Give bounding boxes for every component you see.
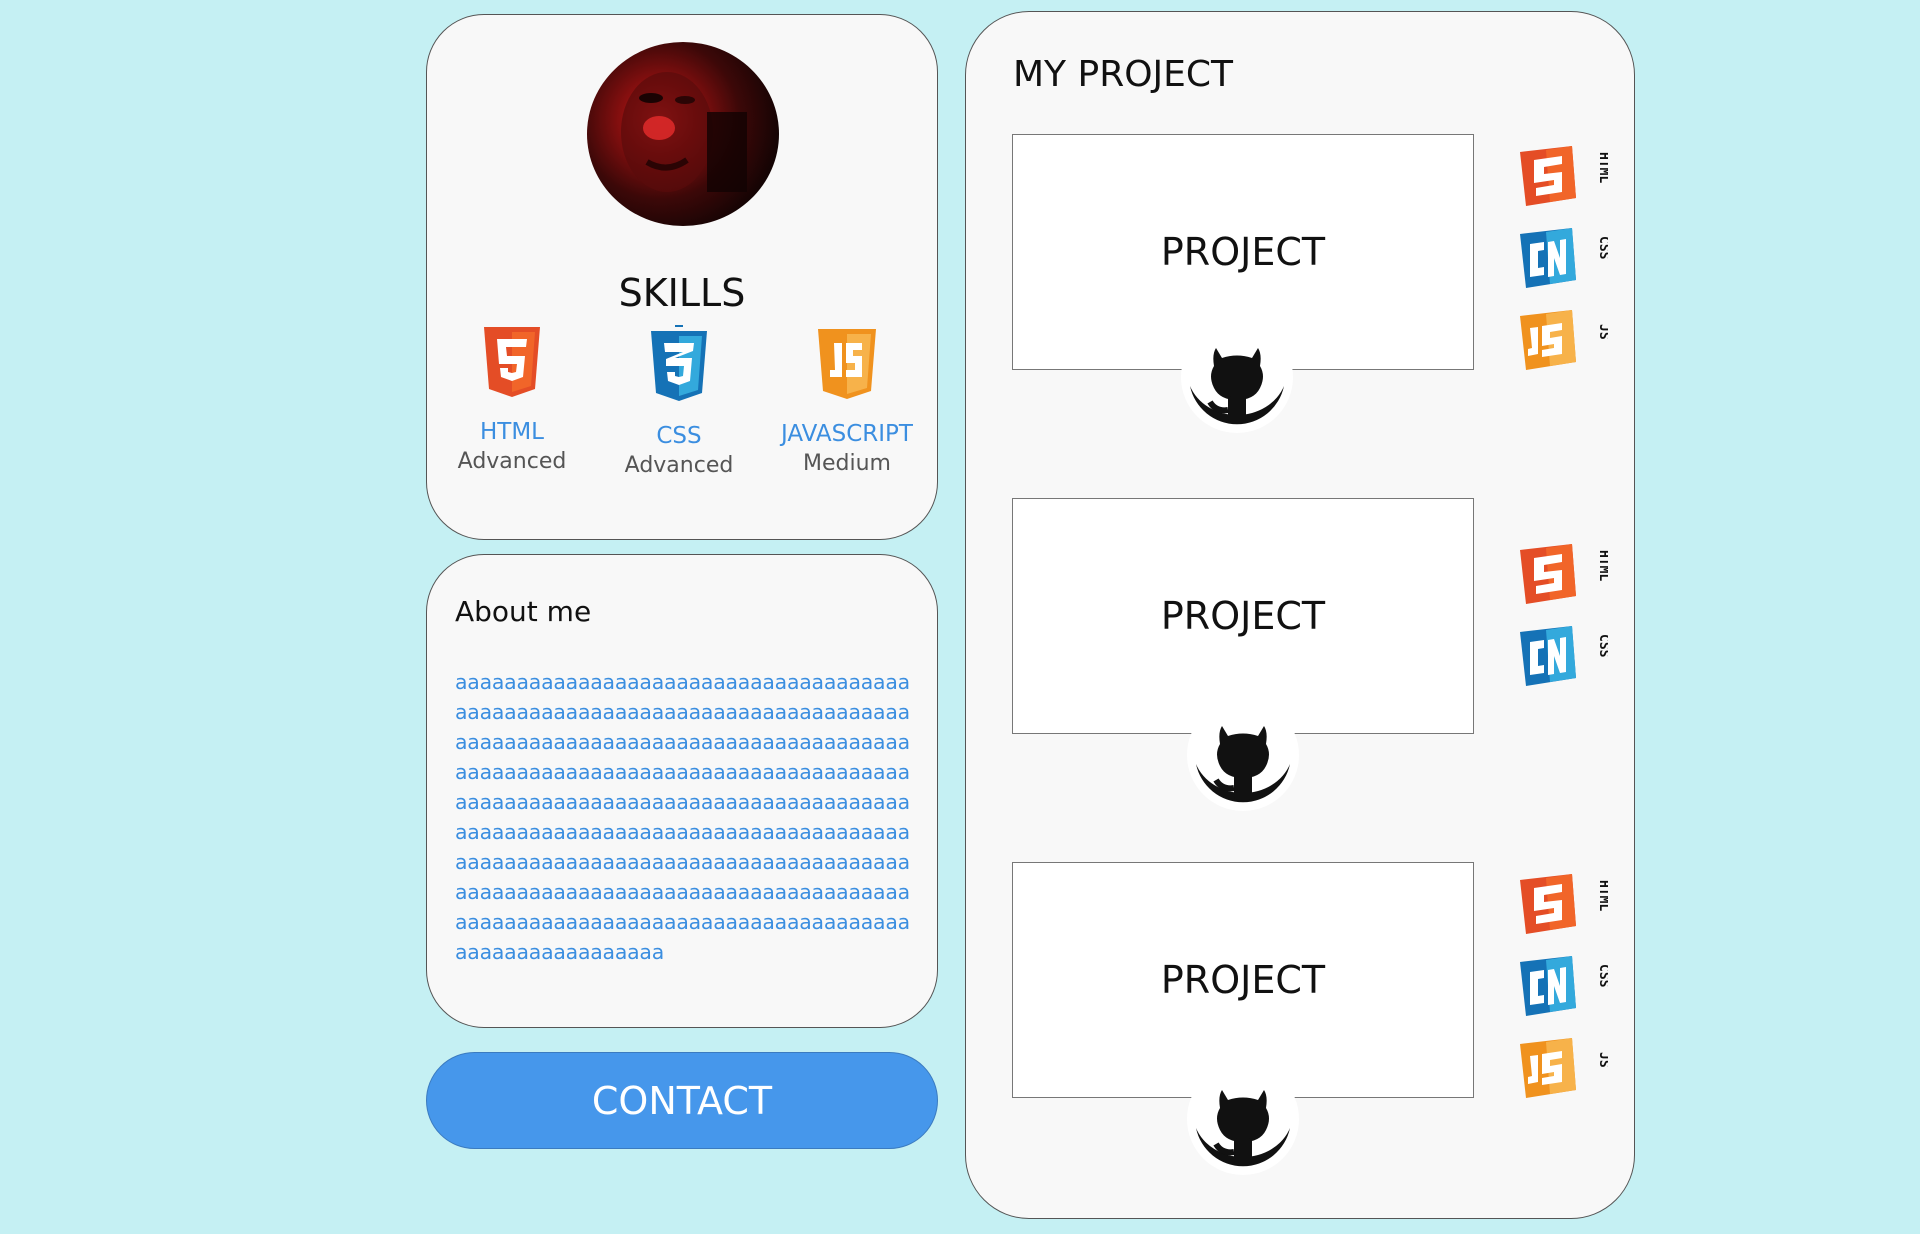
html5-icon: HTML xyxy=(1520,874,1608,934)
svg-text:HTML: HTML xyxy=(1596,550,1608,581)
projects-card: MY PROJECT PROJECT HTML CSS JS PROJECT H… xyxy=(965,11,1635,1219)
about-text: aaaaaaaaaaaaaaaaaaaaaaaaaaaaaaaaaaaaaaaa… xyxy=(455,670,910,964)
css3-icon xyxy=(651,325,707,401)
skill-level: Advanced xyxy=(457,449,567,474)
about-title: About me xyxy=(455,595,592,628)
svg-text:CSS: CSS xyxy=(1596,634,1608,658)
github-icon[interactable] xyxy=(1180,320,1294,434)
skills-card: SKILLS HTML Advanced CSS Advanced JAVASC… xyxy=(426,14,938,540)
skill-html: HTML Advanced xyxy=(427,325,597,477)
svg-text:JS: JS xyxy=(1596,324,1608,340)
html5-icon: HTML xyxy=(1520,146,1608,206)
skill-css: CSS Advanced xyxy=(594,325,764,481)
css3-icon: CSS xyxy=(1520,626,1608,686)
about-card: About me aaaaaaaaaaaaaaaaaaaaaaaaaaaaaaa… xyxy=(426,554,938,1028)
js-icon: JS xyxy=(1520,1038,1608,1098)
js-icon xyxy=(818,329,876,399)
svg-text:HTML: HTML xyxy=(1596,880,1608,911)
project-tech-list: HTML CSS JS xyxy=(1516,870,1608,1116)
svg-text:CSS: CSS xyxy=(1596,236,1608,260)
css3-icon: CSS xyxy=(1520,956,1608,1016)
css3-icon: CSS xyxy=(1520,228,1608,288)
skill-level: Medium xyxy=(803,451,891,476)
avatar xyxy=(587,42,779,226)
skill-level: Advanced xyxy=(624,453,734,478)
html5-icon: HTML xyxy=(1520,544,1608,604)
skill-name: HTML xyxy=(479,419,544,445)
svg-text:HTML: HTML xyxy=(1596,152,1608,183)
skills-title: SKILLS xyxy=(618,271,746,315)
contact-button[interactable]: CONTACT xyxy=(426,1052,938,1149)
skill-name: CSS xyxy=(656,423,702,449)
github-icon[interactable] xyxy=(1186,698,1300,812)
projects-title: MY PROJECT xyxy=(1013,54,1234,95)
project-item: PROJECT xyxy=(1012,134,1474,433)
js-icon: JS xyxy=(1520,310,1608,370)
svg-text:CSS: CSS xyxy=(1596,964,1608,988)
skill-javascript: JAVASCRIPT Medium xyxy=(762,325,932,479)
project-item: PROJECT xyxy=(1012,862,1474,1175)
project-tech-list: HTML CSS xyxy=(1516,540,1608,704)
project-tech-list: HTML CSS JS xyxy=(1516,142,1608,388)
html5-icon xyxy=(484,327,540,397)
github-icon[interactable] xyxy=(1186,1062,1300,1176)
project-item: PROJECT xyxy=(1012,498,1474,811)
svg-text:JS: JS xyxy=(1596,1052,1608,1068)
skill-name: JAVASCRIPT xyxy=(781,421,913,447)
